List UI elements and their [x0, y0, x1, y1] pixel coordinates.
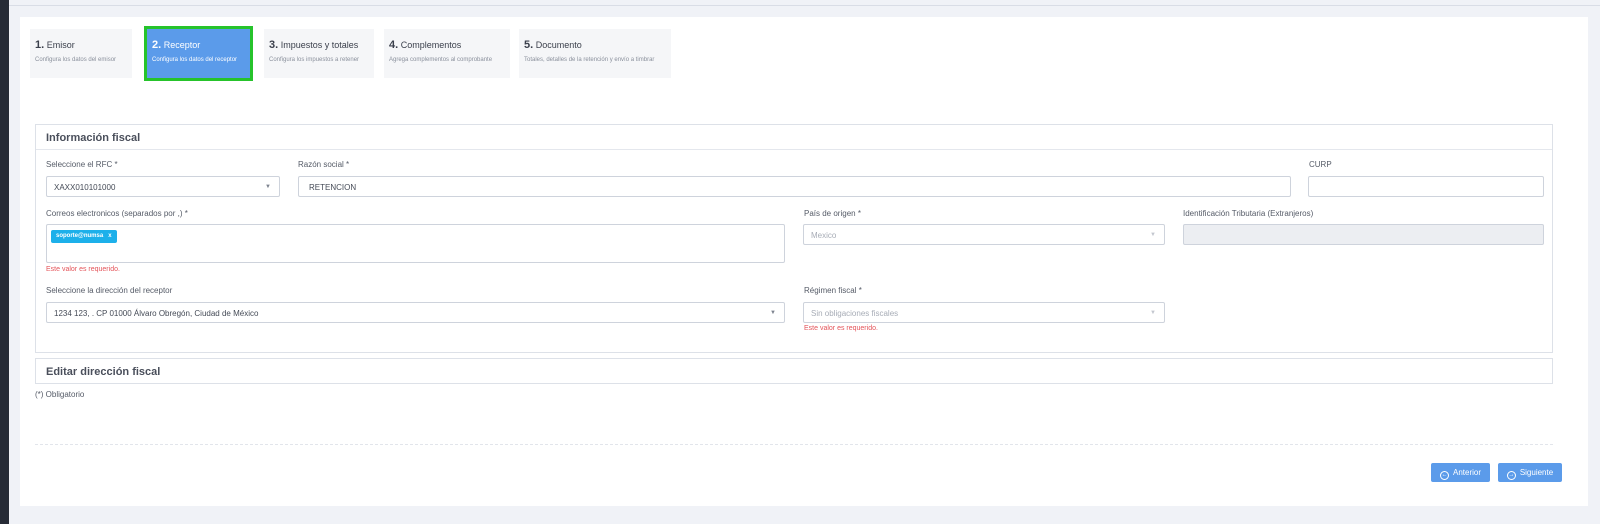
- step-impuestos-label: Impuestos y totales: [280, 40, 359, 50]
- email-tag-remove-icon[interactable]: x: [108, 233, 111, 239]
- fiscal-info-panel: Información fiscal Seleccione el RFC * X…: [35, 124, 1553, 353]
- top-divider: [9, 5, 1600, 6]
- anterior-button[interactable]: ← Anterior: [1431, 463, 1490, 482]
- obligatorio-note: (*) Obligatorio: [35, 390, 85, 399]
- regimen-fiscal-error: Este valor es requerido.: [804, 325, 878, 332]
- caret-down-icon: ▼: [265, 184, 271, 190]
- regimen-fiscal-label: Régimen fiscal *: [804, 286, 862, 295]
- identificacion-tributaria-label: Identificación Tributaria (Extranjeros): [1183, 209, 1314, 218]
- step-complementos[interactable]: 4. Complementos Agrega complementos al c…: [384, 29, 510, 78]
- step-receptor-label: Receptor: [163, 40, 201, 50]
- step-complementos-number: 4.: [389, 39, 399, 51]
- curp-input[interactable]: [1308, 176, 1544, 197]
- caret-down-icon: ▼: [770, 310, 776, 316]
- step-complementos-title: 4. Complementos: [389, 39, 510, 51]
- email-tag-label: soporte@numsa: [56, 233, 104, 239]
- step-documento-title: 5. Documento: [524, 39, 671, 51]
- editar-direccion-heading[interactable]: Editar dirección fiscal: [36, 359, 1552, 384]
- step-documento-number: 5.: [524, 39, 534, 51]
- pais-select[interactable]: Mexico ▼: [803, 224, 1165, 245]
- direccion-value: 1234 123, . CP 01000 Álvaro Obregón, Ciu…: [54, 309, 259, 318]
- step-impuestos[interactable]: 3. Impuestos y totales Configura los imp…: [264, 29, 374, 78]
- arrow-right-circle-icon: →: [1506, 471, 1516, 480]
- correos-error: Este valor es requerido.: [46, 266, 120, 273]
- direccion-select[interactable]: 1234 123, . CP 01000 Álvaro Obregón, Ciu…: [46, 302, 785, 323]
- step-impuestos-number: 3.: [269, 39, 279, 51]
- razon-social-value: RETENCION: [309, 183, 357, 192]
- pais-label: País de origen *: [804, 209, 861, 218]
- siguiente-button[interactable]: → Siguiente: [1498, 463, 1562, 482]
- step-documento-label: Documento: [535, 40, 582, 50]
- anterior-label: Anterior: [1452, 468, 1481, 477]
- rfc-select[interactable]: XAXX010101000 ▼: [46, 176, 280, 197]
- rfc-value: XAXX010101000: [54, 183, 116, 192]
- step-emisor-title: 1. Emisor: [35, 39, 132, 51]
- arrow-left-circle-icon: ←: [1439, 471, 1449, 480]
- editar-direccion-panel: Editar dirección fiscal: [35, 358, 1553, 384]
- siguiente-label: Siguiente: [1519, 468, 1554, 477]
- identificacion-tributaria-input[interactable]: [1183, 224, 1544, 245]
- step-emisor-subtitle: Configura los datos del emisor: [35, 57, 117, 63]
- left-edge-strip: [0, 0, 9, 524]
- caret-down-icon: ▼: [1150, 310, 1156, 316]
- wizard-card: 1. Emisor Configura los datos del emisor…: [20, 17, 1588, 506]
- footer-divider: [35, 444, 1553, 445]
- curp-label: CURP: [1309, 160, 1332, 169]
- step-documento[interactable]: 5. Documento Totales, detalles de la ret…: [519, 29, 671, 78]
- razon-social-label: Razón social *: [298, 160, 350, 169]
- regimen-fiscal-placeholder: Sin obligaciones fiscales: [811, 309, 899, 318]
- correos-tag-input[interactable]: soporte@numsa x: [46, 224, 785, 263]
- step-documento-subtitle: Totales, detalles de la retención y enví…: [524, 57, 655, 63]
- step-receptor[interactable]: 2. Receptor Configura los datos del rece…: [144, 26, 253, 81]
- step-complementos-label: Complementos: [400, 40, 462, 50]
- correos-label: Correos electronicos (separados por ,) *: [46, 209, 188, 218]
- step-receptor-subtitle: Configura los datos del receptor: [152, 57, 238, 63]
- step-receptor-title: 2. Receptor: [152, 39, 250, 51]
- step-complementos-subtitle: Agrega complementos al comprobante: [389, 57, 493, 63]
- step-emisor-number: 1.: [35, 39, 45, 51]
- pais-value: Mexico: [811, 231, 837, 240]
- step-receptor-number: 2.: [152, 39, 162, 51]
- step-emisor[interactable]: 1. Emisor Configura los datos del emisor: [30, 29, 132, 78]
- app-area: 1. Emisor Configura los datos del emisor…: [9, 0, 1600, 524]
- email-tag[interactable]: soporte@numsa x: [51, 230, 117, 243]
- razon-social-input[interactable]: RETENCION: [298, 176, 1291, 197]
- step-impuestos-title: 3. Impuestos y totales: [269, 39, 374, 51]
- step-emisor-label: Emisor: [46, 40, 75, 50]
- regimen-fiscal-select[interactable]: Sin obligaciones fiscales ▼: [803, 302, 1165, 323]
- caret-down-icon: ▼: [1150, 232, 1156, 238]
- direccion-label: Seleccione la dirección del receptor: [46, 286, 173, 295]
- step-impuestos-subtitle: Configura los impuestos a retener: [269, 57, 360, 63]
- fiscal-info-heading[interactable]: Información fiscal: [36, 125, 1552, 150]
- rfc-label: Seleccione el RFC *: [46, 160, 118, 169]
